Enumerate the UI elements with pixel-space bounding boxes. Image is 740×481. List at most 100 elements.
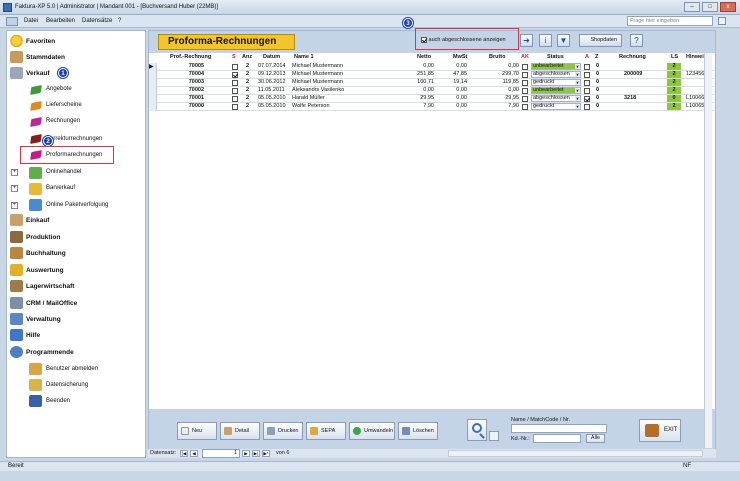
col-prof-rechnung[interactable]: Prof.-Rechnung	[170, 54, 211, 60]
status-dropdown[interactable]: unbearbeitet ▼	[531, 87, 581, 94]
nav-datensicherung[interactable]: Datensicherung	[46, 382, 88, 388]
nav-auswertung[interactable]: Auswertung	[26, 267, 64, 274]
search-options-icon[interactable]	[489, 431, 499, 441]
show-completed-toggle[interactable]: auch abgeschlossene anzeigen	[421, 35, 516, 46]
nav-angebote[interactable]: Angebote	[46, 86, 72, 92]
nav-beenden[interactable]: Beenden	[46, 398, 70, 404]
nav-onlinehandel[interactable]: Onlinehandel	[46, 169, 81, 175]
neu-button[interactable]: Neu	[177, 422, 217, 440]
a-checkbox[interactable]	[584, 72, 590, 78]
loeschen-button[interactable]: Löschen	[398, 422, 438, 440]
filter-icon[interactable]: ▼	[557, 34, 570, 47]
current-record-input[interactable]: 1	[202, 449, 240, 458]
nav-verwaltung[interactable]: Verwaltung	[26, 316, 61, 323]
row-selector[interactable]	[149, 103, 157, 111]
nav-favoriten[interactable]: Favoriten	[26, 38, 55, 45]
nav-stammdaten[interactable]: Stammdaten	[26, 54, 65, 61]
table-row[interactable]: 70000 2 05.05.2010 Wolfe Peterson 7,90 0,00 7,…	[149, 103, 715, 111]
umwandeln-button[interactable]: Umwandeln	[349, 422, 395, 440]
vertical-scrollbar[interactable]	[704, 53, 712, 448]
col-status[interactable]: Status	[547, 54, 564, 60]
table-row[interactable]: ▶ 70005 2 07.07.2014 Michael Mustermann 0,00 0…	[149, 63, 715, 71]
a-checkbox[interactable]	[584, 104, 590, 110]
nav-lieferscheine[interactable]: Lieferscheine	[46, 102, 82, 108]
horizontal-scrollbar[interactable]	[448, 450, 703, 457]
name-matchcode-input[interactable]	[511, 424, 607, 433]
shopdaten-button[interactable]: Shopdaten	[579, 34, 622, 47]
nav-rechnungen[interactable]: Rechnungen	[46, 118, 80, 124]
minimize-button[interactable]: –	[684, 2, 700, 12]
col-a[interactable]: A	[585, 54, 589, 60]
menu-app-icon[interactable]	[6, 17, 18, 26]
alle-button[interactable]: Alle	[586, 434, 605, 443]
menu-help[interactable]: ?	[118, 18, 121, 24]
col-ak[interactable]: AK	[521, 54, 529, 60]
nav-hilfe[interactable]: Hilfe	[26, 332, 40, 339]
col-s[interactable]: S	[232, 54, 236, 60]
status-dropdown[interactable]: gedruckt ▼	[531, 79, 581, 86]
col-brutto[interactable]: Brutto	[489, 54, 506, 60]
nav-online-paketverfolgung[interactable]: Online Paketverfolgung	[46, 202, 108, 208]
refresh-icon[interactable]: ➜	[520, 34, 533, 47]
col-netto[interactable]: Netto	[417, 54, 431, 60]
menu-datensaetze[interactable]: Datensätze	[82, 18, 112, 24]
ak-checkbox[interactable]	[522, 64, 528, 70]
select-checkbox[interactable]	[232, 104, 238, 110]
exit-button[interactable]: EXIT	[639, 419, 681, 442]
select-checkbox[interactable]	[232, 72, 238, 78]
nav-produktion[interactable]: Produktion	[26, 234, 60, 241]
show-completed-checkbox[interactable]	[421, 36, 427, 43]
detail-button[interactable]: Detail	[220, 422, 260, 440]
status-dropdown[interactable]: unbearbeitet ▼	[531, 63, 581, 70]
nav-barverkauf[interactable]: Barverkauf	[46, 185, 75, 191]
table-row[interactable]: 70002 2 11.05.2011 Aleksandrs Vasilenko 0,00…	[149, 87, 715, 95]
row-selector[interactable]	[149, 71, 157, 79]
next-record-button[interactable]: ▶	[242, 450, 250, 457]
table-row[interactable]: 70001 2 05.05.2010 Harald Müller 29,95 0,00 29…	[149, 95, 715, 103]
col-rechnung[interactable]: Rechnung	[619, 54, 646, 60]
info-icon[interactable]: i	[539, 34, 552, 47]
help-search-input[interactable]: Frage hier eingeben	[627, 16, 713, 26]
expand-paketverfolgung[interactable]: +	[11, 202, 18, 209]
expand-onlinehandel[interactable]: +	[11, 169, 18, 176]
select-checkbox[interactable]	[232, 96, 238, 102]
row-selector[interactable]: ▶	[149, 63, 157, 71]
kd-nr-input[interactable]	[533, 434, 581, 443]
col-ls[interactable]: LS	[671, 54, 678, 60]
a-checkbox[interactable]	[584, 96, 590, 102]
col-mwst[interactable]: MwSt	[453, 54, 467, 60]
select-checkbox[interactable]	[232, 80, 238, 86]
col-datum[interactable]: Datum	[263, 54, 280, 60]
row-selector[interactable]	[149, 87, 157, 95]
ak-checkbox[interactable]	[522, 96, 528, 102]
close-button[interactable]: x	[720, 2, 736, 12]
nav-einkauf[interactable]: Einkauf	[26, 217, 49, 224]
help-icon[interactable]: ?	[630, 34, 643, 47]
search-button[interactable]	[467, 419, 487, 441]
nav-buchhaltung[interactable]: Buchhaltung	[26, 250, 66, 257]
table-row[interactable]: 70004 2 09.12.2013 Michael Mustermann 251,85…	[149, 71, 715, 79]
a-checkbox[interactable]	[584, 88, 590, 94]
col-anz[interactable]: Anz	[242, 54, 252, 60]
status-dropdown[interactable]: gedruckt ▼	[531, 103, 581, 110]
col-z[interactable]: Z	[595, 54, 598, 60]
nav-proformarechnungen[interactable]: Proformarechnungen	[46, 152, 102, 158]
ak-checkbox[interactable]	[522, 104, 528, 110]
nav-korrekturrechnungen[interactable]: Korrekturrechnungen	[46, 136, 102, 142]
drucken-button[interactable]: Drucken	[263, 422, 303, 440]
select-checkbox[interactable]	[232, 88, 238, 94]
sepa-button[interactable]: SEPA	[306, 422, 346, 440]
ak-checkbox[interactable]	[522, 80, 528, 86]
select-checkbox[interactable]	[232, 64, 238, 70]
status-dropdown[interactable]: abgeschlossen ▼	[531, 95, 581, 102]
nav-lagerwirtschaft[interactable]: Lagerwirtschaft	[26, 283, 74, 290]
row-selector[interactable]	[149, 79, 157, 87]
menu-datei[interactable]: Datei	[24, 18, 38, 24]
col-name[interactable]: Name 1	[294, 54, 314, 60]
status-dropdown[interactable]: abgeschlossen ▼	[531, 71, 581, 78]
a-checkbox[interactable]	[584, 64, 590, 70]
nav-benutzer-abmelden[interactable]: Benutzer abmelden	[46, 366, 98, 372]
new-record-button[interactable]: ▶*	[262, 450, 270, 457]
ak-checkbox[interactable]	[522, 72, 528, 78]
maximize-button[interactable]: □	[702, 2, 718, 12]
